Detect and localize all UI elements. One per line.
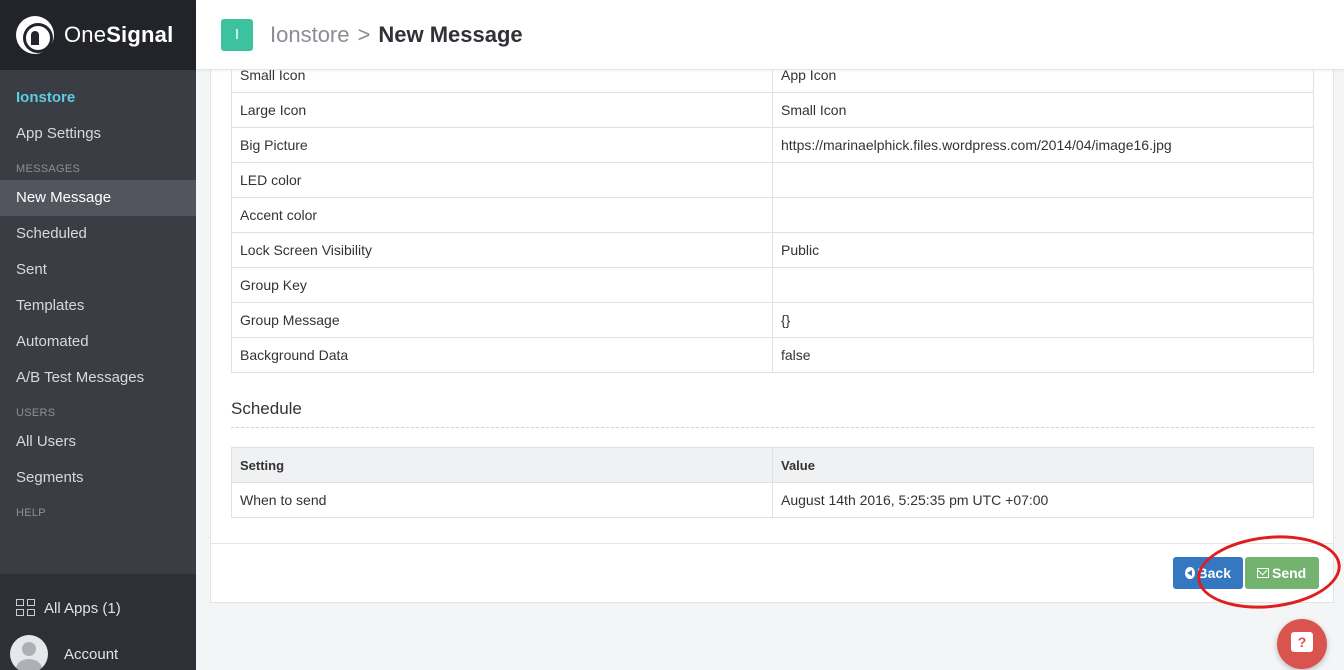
brand-name: OneSignal [64,22,174,47]
table-row: Big Picture https://marinaelphick.files.w… [231,127,1314,163]
table-header-row: Setting Value [231,447,1314,483]
schedule-table: Setting Value When to send August 14th 2… [231,447,1314,518]
value-cell [772,162,1314,198]
setting-cell: When to send [231,482,773,518]
sidebar-item-all-users[interactable]: All Users [0,424,196,460]
footer-divider [211,543,1333,544]
table-row: Lock Screen Visibility Public [231,232,1314,268]
help-icon: ? [1291,632,1313,652]
value-cell [772,197,1314,233]
table-row: Background Data false [231,337,1314,373]
sidebar-item-app-settings[interactable]: App Settings [0,116,196,152]
schedule-title: Schedule [231,399,302,418]
message-review-panel: Small Icon App Icon Large Icon Small Icon Bi… [210,40,1334,603]
account-link[interactable]: Account [0,634,196,670]
column-header-setting: Setting [231,447,773,483]
sidebar-item-new-message[interactable]: New Message [0,180,196,216]
setting-cell: Background Data [231,337,773,373]
onesignal-logo-icon [16,16,54,54]
schedule-divider [231,427,1314,428]
account-label: Account [64,645,119,663]
setting-cell: Big Picture [231,127,773,163]
value-cell: {} [772,302,1314,338]
grid-icon [16,599,36,617]
help-button[interactable]: ? [1277,619,1327,669]
table-row: Group Message{} [231,302,1314,338]
sidebar-item-segments[interactable]: Segments [0,460,196,496]
sidebar-item-templates[interactable]: Templates [0,288,196,324]
value-cell: August 14th 2016, 5:25:35 pm UTC +07:00 [772,482,1314,518]
arrow-circle-left-icon [1185,567,1195,579]
value-cell: Public [772,232,1314,268]
table-row: Accent color [231,197,1314,233]
value-cell: false [772,337,1314,373]
avatar [10,635,48,670]
value-cell [772,267,1314,303]
options-table: Small Icon App Icon Large Icon Small Icon Bi… [231,57,1314,373]
sidebar-heading-help: HELP [16,507,46,519]
sidebar-item-app-name[interactable]: Ionstore [0,80,196,116]
sidebar-bottom: All Apps (1) Account [0,574,196,670]
table-row: When to send August 14th 2016, 5:25:35 p… [231,482,1314,518]
value-cell: Small Icon [772,92,1314,128]
sidebar-item-automated[interactable]: Automated [0,324,196,360]
sidebar-item-ab-test-messages[interactable]: A/B Test Messages [0,360,196,396]
breadcrumb-separator: > [357,21,371,47]
page-title: New Message [378,21,523,47]
table-row: LED color [231,162,1314,198]
app-badge: I [221,18,253,51]
header: I Ionstore > New Message [196,0,1344,70]
setting-cell: Accent color [231,197,773,233]
all-apps-link[interactable]: All Apps (1) [0,574,196,642]
setting-cell: LED color [231,162,773,198]
setting-cell: Lock Screen Visibility [231,232,773,268]
sidebar: OneSignal Ionstore App Settings MESSAGES… [0,0,196,670]
table-row: Large Icon Small Icon [231,92,1314,128]
sidebar-heading-messages: MESSAGES [16,163,81,175]
breadcrumb-app[interactable]: Ionstore [270,22,350,48]
all-apps-label: All Apps (1) [44,599,121,617]
sidebar-item-sent[interactable]: Sent [0,252,196,288]
sidebar-item-scheduled[interactable]: Scheduled [0,216,196,252]
sidebar-heading-users: USERS [16,407,56,419]
setting-cell: Group Key [231,267,773,303]
table-row: Group Key [231,267,1314,303]
column-header-value: Value [772,447,1314,483]
brand[interactable]: OneSignal [0,0,196,70]
setting-cell: Large Icon [231,92,773,128]
setting-cell: Group Message [231,302,773,338]
value-cell: https://marinaelphick.files.wordpress.co… [772,127,1314,163]
